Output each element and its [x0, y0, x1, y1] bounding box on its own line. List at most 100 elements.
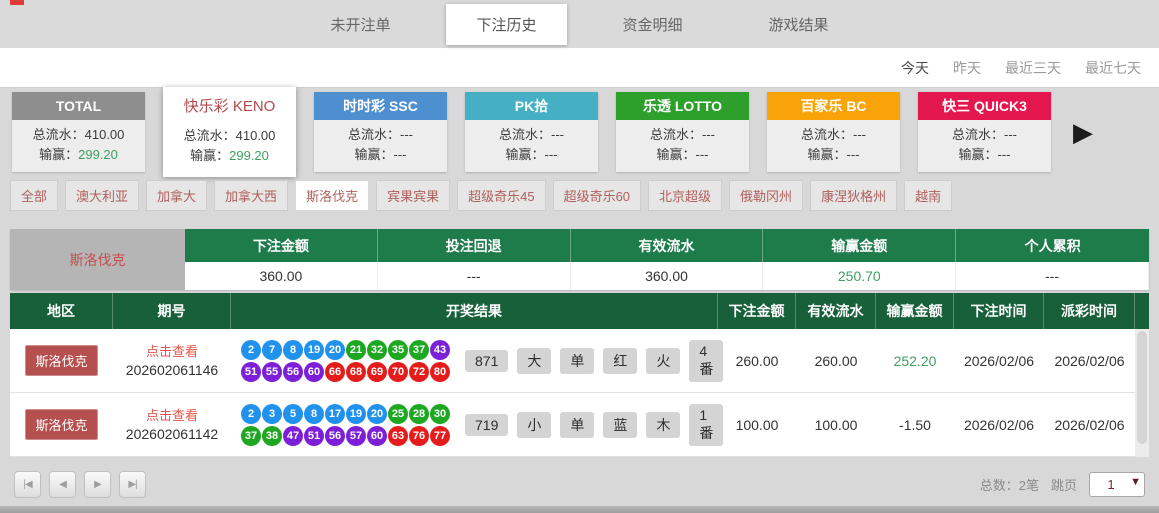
- game-card[interactable]: 快乐彩 KENO 总流水：410.00 输赢：299.20: [163, 87, 296, 177]
- page-select[interactable]: 1: [1089, 472, 1145, 497]
- prev-page-button[interactable]: ◀: [49, 471, 76, 498]
- summary-column-value: 250.70: [763, 262, 957, 290]
- summary-column: 下注金额 360.00: [185, 229, 378, 290]
- region-chip[interactable]: 北京超级: [648, 180, 723, 211]
- summary-column: 有效流水 360.00: [570, 229, 764, 290]
- lottery-ball: 8: [283, 339, 303, 360]
- summary-column-header: 个人累积: [956, 229, 1149, 262]
- winloss-label: 输赢：: [505, 147, 545, 162]
- summary-column-value: 360.00: [570, 262, 764, 290]
- game-card[interactable]: 快三 QUICK3 总流水：--- 输赢：---: [918, 92, 1051, 172]
- winloss-line: 输赢：299.20: [163, 146, 296, 166]
- flow-value: 410.00: [84, 127, 125, 142]
- region-chip[interactable]: 超级奇乐60: [552, 180, 642, 211]
- date-filter[interactable]: 最近七天: [1085, 58, 1141, 78]
- lottery-ball: 7: [262, 339, 282, 360]
- region-chip[interactable]: 宾果宾果: [376, 180, 451, 211]
- game-card-title: PK拾: [465, 92, 598, 120]
- region-filter-row: 全部 澳大利亚 加拿大 加拿大西 斯洛伐克 宾果宾果 超级奇乐45 超级奇乐60 北京超级 俄勒冈…: [0, 176, 1159, 219]
- view-details-link[interactable]: 点击查看: [146, 343, 198, 361]
- winloss-line: 输赢：---: [465, 145, 598, 165]
- next-cards-arrow-icon[interactable]: ▶: [1073, 119, 1093, 145]
- winloss-label: 输赢：: [354, 147, 394, 162]
- column-header: 下注金额: [718, 293, 796, 329]
- scrollbar-thumb[interactable]: [1137, 331, 1147, 444]
- winloss-value: ---: [695, 147, 709, 162]
- total-count-label: 总数：2笔: [979, 478, 1039, 493]
- period-number: 202602061142: [125, 425, 219, 442]
- column-header: 派彩时间: [1044, 293, 1135, 329]
- bet-amount-cell: 100.00: [735, 416, 779, 433]
- result-tag: 单: [560, 411, 595, 438]
- top-tab[interactable]: 游戏结果: [739, 4, 859, 45]
- game-card[interactable]: 百家乐 BC 总流水：--- 输赢：---: [767, 92, 900, 172]
- lottery-ball: 57: [346, 425, 366, 446]
- game-card[interactable]: TOTAL 总流水：410.00 输赢：299.20: [12, 92, 145, 172]
- lottery-ball: 3: [262, 403, 282, 424]
- winloss-value: 299.20: [78, 147, 118, 162]
- ball-line: 37 38 47 51 56 57 60 63 76 77: [241, 425, 451, 446]
- vertical-scrollbar[interactable]: [1135, 329, 1149, 457]
- lottery-ball: 69: [367, 361, 387, 382]
- lottery-ball: 5: [283, 403, 303, 424]
- column-header: 期号: [113, 293, 231, 329]
- winloss-line: 输赢：---: [616, 145, 749, 165]
- region-chip[interactable]: 全部: [10, 180, 59, 211]
- date-filter[interactable]: 昨天: [953, 58, 981, 78]
- winloss-label: 输赢：: [958, 147, 998, 162]
- game-card-body: 总流水：--- 输赢：---: [918, 120, 1051, 172]
- table-body: 斯洛伐克 点击查看 202602061146 2 7 8 19 20 21 32 35 37 43 51 5…: [10, 329, 1149, 457]
- region-chip[interactable]: 俄勒冈州: [729, 180, 804, 211]
- region-badge[interactable]: 斯洛伐克: [25, 345, 98, 376]
- last-page-button[interactable]: ▶|: [119, 471, 146, 498]
- result-tag: 719: [465, 413, 509, 436]
- column-header: 地区: [10, 293, 113, 329]
- lottery-ball: 32: [367, 339, 387, 360]
- game-card[interactable]: 时时彩 SSC 总流水：--- 输赢：---: [314, 92, 447, 172]
- first-page-button[interactable]: |◀: [14, 471, 41, 498]
- summary-columns: 下注金额 360.00 投注回退 --- 有效流水 360.00 输赢金额 250.70 个人累…: [185, 229, 1149, 290]
- winloss-label: 输赢：: [39, 147, 79, 162]
- lottery-ball: 66: [325, 361, 345, 382]
- lottery-ball: 80: [430, 361, 450, 382]
- winloss-value: 299.20: [229, 148, 269, 163]
- region-chip[interactable]: 澳大利亚: [65, 180, 140, 211]
- lottery-ball: 55: [262, 361, 282, 382]
- top-tab[interactable]: 未开注单: [300, 4, 420, 45]
- winloss-cell: -1.50: [899, 416, 931, 433]
- winloss-label: 输赢：: [807, 147, 847, 162]
- region-badge[interactable]: 斯洛伐克: [25, 409, 98, 440]
- bet-time-cell: 2026/02/06: [963, 352, 1035, 369]
- lottery-ball: 56: [283, 361, 303, 382]
- flow-line: 总流水：---: [616, 125, 749, 145]
- game-card-body: 总流水：--- 输赢：---: [767, 120, 900, 172]
- region-chip[interactable]: 超级奇乐45: [457, 180, 546, 211]
- date-filter[interactable]: 最近三天: [1005, 58, 1061, 78]
- game-card[interactable]: PK拾 总流水：--- 输赢：---: [465, 92, 598, 172]
- lottery-ball: 21: [346, 339, 366, 360]
- result-tag: 火: [646, 347, 681, 374]
- region-chip[interactable]: 加拿大西: [214, 180, 289, 211]
- region-chip[interactable]: 康涅狄格州: [810, 180, 898, 211]
- next-page-button[interactable]: ▶: [84, 471, 111, 498]
- result-tag: 红: [603, 347, 638, 374]
- region-chip[interactable]: 加拿大: [146, 180, 208, 211]
- region-chip[interactable]: 越南: [904, 180, 953, 211]
- summary-column: 个人累积 ---: [956, 229, 1149, 290]
- date-filter[interactable]: 今天: [901, 58, 929, 78]
- top-tab[interactable]: 资金明细: [593, 4, 713, 45]
- game-cards-row: TOTAL 总流水：410.00 输赢：299.20 快乐彩 KENO 总流水：410.…: [0, 87, 1159, 177]
- game-card[interactable]: 乐透 LOTTO 总流水：--- 输赢：---: [616, 92, 749, 172]
- footer-strip: [0, 506, 1159, 513]
- top-tab[interactable]: 下注历史: [446, 3, 567, 45]
- game-card-title: 乐透 LOTTO: [616, 92, 749, 120]
- view-details-link[interactable]: 点击查看: [146, 407, 198, 425]
- column-header: 下注时间: [954, 293, 1044, 329]
- lottery-ball: 77: [430, 425, 450, 446]
- result-tag: 单: [560, 347, 595, 374]
- flow-line: 总流水：410.00: [12, 125, 145, 145]
- summary-column-value: ---: [956, 262, 1149, 290]
- valid-turnover-cell: 260.00: [814, 352, 858, 369]
- game-card-body: 总流水：--- 输赢：---: [616, 120, 749, 172]
- region-chip[interactable]: 斯洛伐克: [295, 180, 370, 211]
